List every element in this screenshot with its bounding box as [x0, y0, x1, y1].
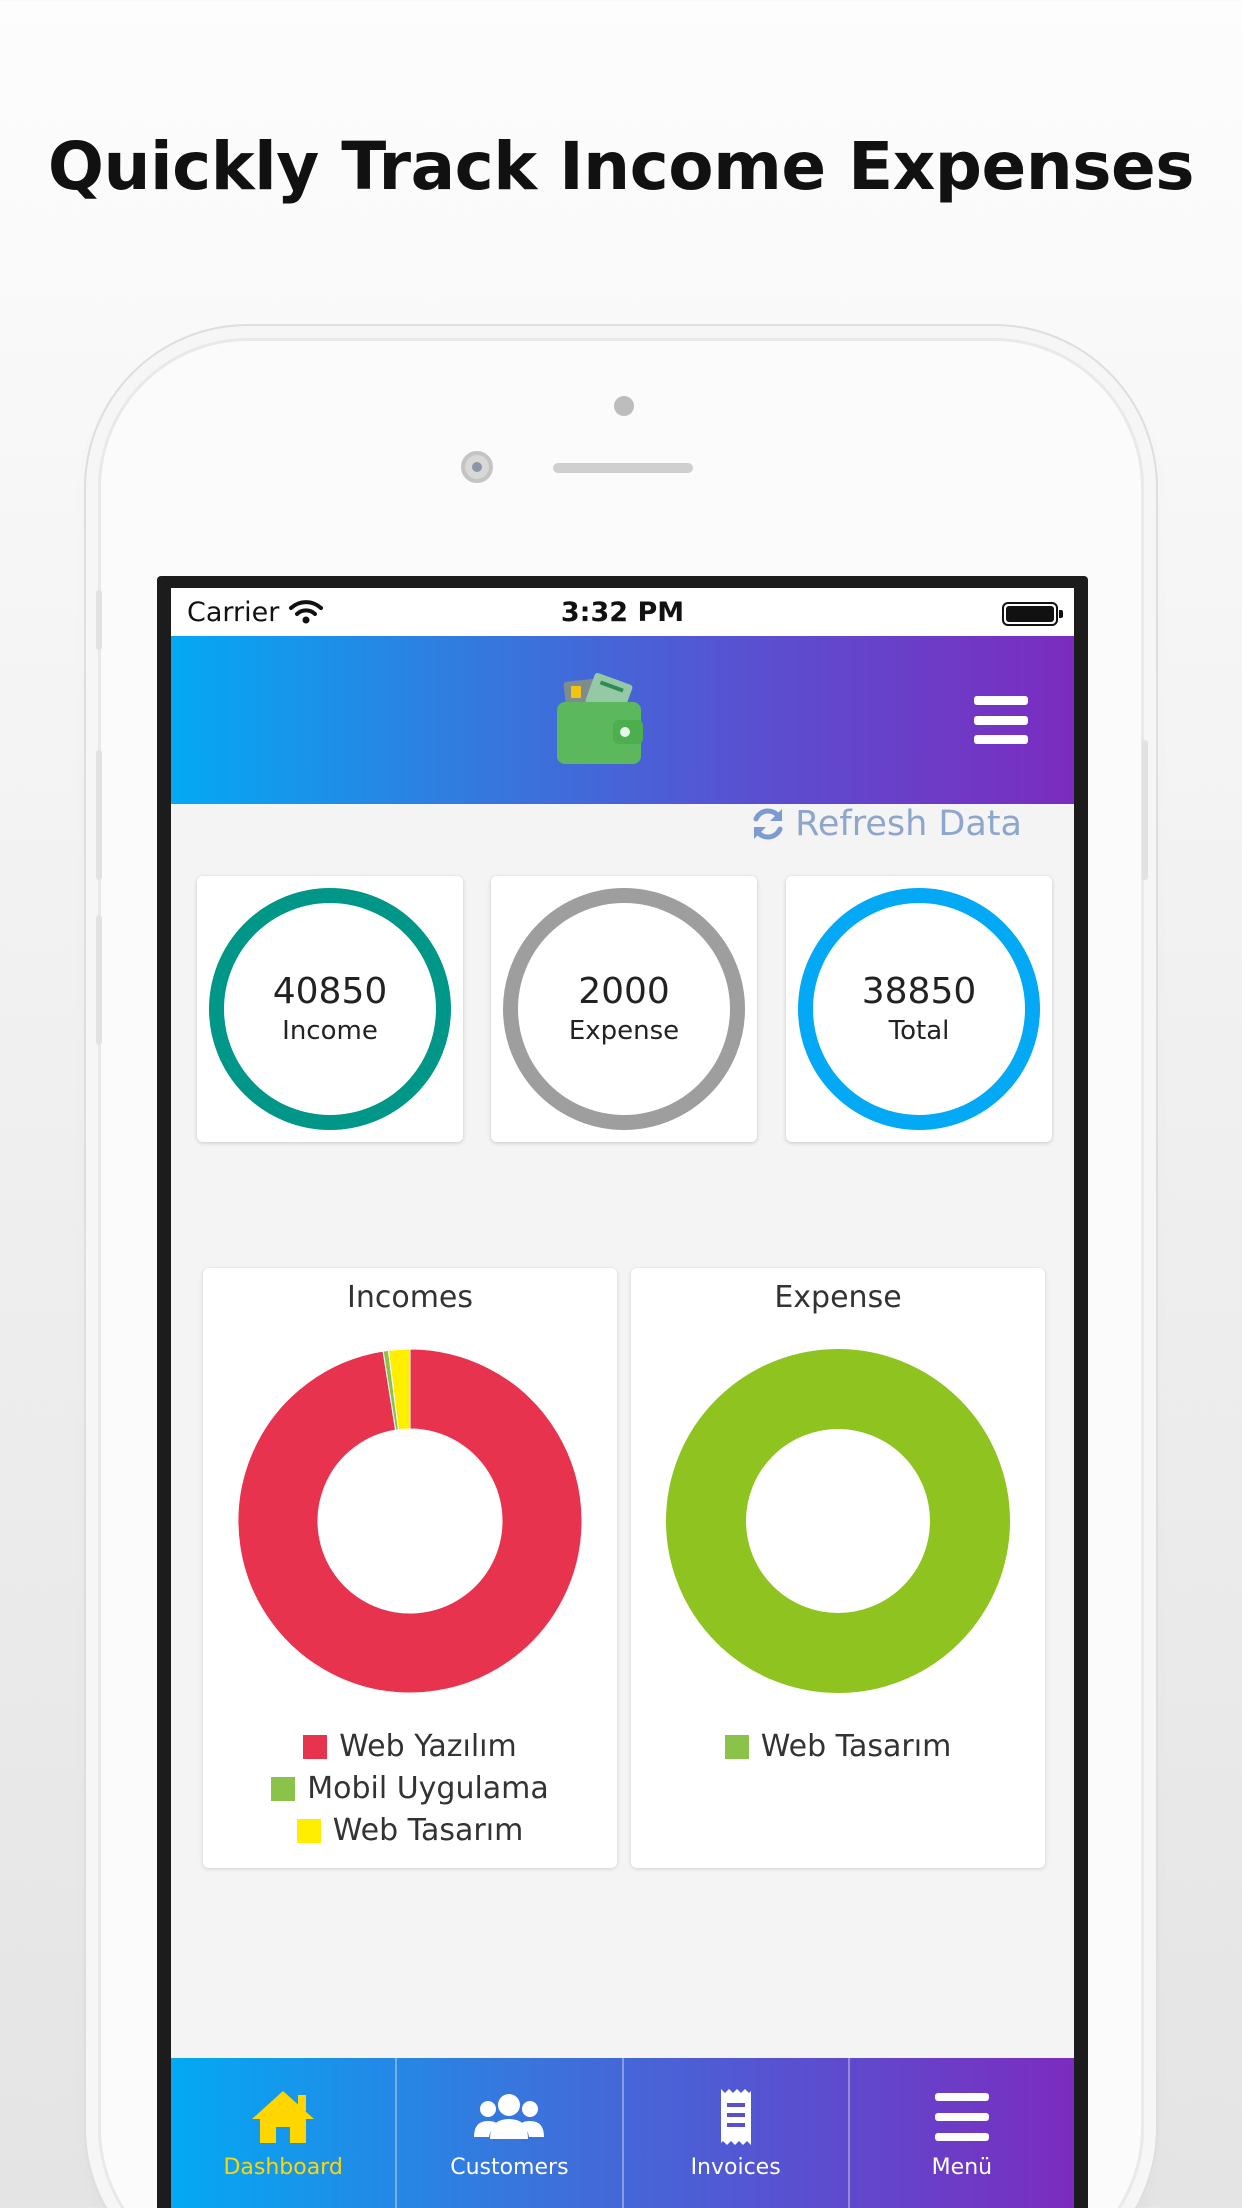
incomes-donut-chart	[237, 1348, 583, 1694]
tab-label: Menü	[931, 2154, 993, 2180]
legend-label: Web Tasarım	[760, 1729, 952, 1764]
wifi-icon	[289, 600, 324, 624]
app-display: Carrier 3:32 PM Refresh Data 40850 Incom…	[171, 588, 1074, 2208]
menu-bar-bottom	[974, 735, 1028, 744]
phone-mute-switch	[96, 590, 102, 650]
tab-invoices[interactable]: Invoices	[624, 2058, 850, 2208]
expense-chart-card: Expense Web Tasarım	[631, 1268, 1045, 1868]
incomes-chart-card: Incomes Web Yazılım Mobil Uygulama Web T…	[203, 1268, 617, 1868]
expense-legend: Web Tasarım	[631, 1728, 1045, 1766]
carrier-label: Carrier	[187, 596, 280, 628]
phone-volume-down	[96, 915, 102, 1045]
tab-label: Dashboard	[223, 2154, 343, 2180]
donut-slice-web-tasar-m	[666, 1349, 1010, 1693]
expense-value: 2000	[578, 971, 670, 1012]
legend-label: Web Tasarım	[332, 1813, 524, 1848]
expense-card: 2000 Expense	[491, 876, 757, 1142]
status-bar: Carrier 3:32 PM	[171, 588, 1074, 636]
refresh-icon	[753, 808, 783, 840]
phone-sensor	[614, 396, 634, 416]
home-icon	[252, 2090, 315, 2143]
phone-power-button	[1142, 740, 1148, 880]
tab-customers[interactable]: Customers	[397, 2058, 624, 2208]
tab-label: Invoices	[690, 2154, 781, 2180]
menu-icon	[934, 2092, 989, 2141]
income-card: 40850 Income	[197, 876, 463, 1142]
refresh-label: Refresh Data	[795, 804, 1022, 844]
legend-label: Web Yazılım	[339, 1729, 517, 1764]
menu-bar-middle	[974, 715, 1028, 725]
refresh-data-button[interactable]: Refresh Data	[749, 804, 1022, 844]
income-ring: 40850 Income	[209, 888, 451, 1130]
menu-bar-top	[974, 696, 1028, 705]
wallet-icon	[557, 672, 643, 764]
expense-chart-title: Expense	[774, 1280, 902, 1315]
legend-item: Web Tasarım	[724, 1728, 952, 1766]
legend-swatch	[303, 1735, 328, 1759]
bottom-tab-bar: Dashboard Customers Invoices Menü	[171, 2058, 1074, 2208]
receipt-icon	[720, 2088, 751, 2145]
headline: Quickly Track Income Expenses	[47, 128, 1195, 205]
app-header	[171, 636, 1074, 804]
income-value: 40850	[272, 971, 388, 1012]
total-label: Total	[888, 1016, 950, 1046]
total-ring: 38850 Total	[798, 888, 1040, 1130]
expense-label: Expense	[568, 1016, 680, 1046]
legend-item: Mobil Uygulama	[271, 1770, 549, 1808]
phone-screen: Carrier 3:32 PM Refresh Data 40850 Incom…	[157, 576, 1088, 2208]
income-label: Income	[282, 1016, 378, 1046]
tab-dashboard[interactable]: Dashboard	[171, 2058, 398, 2208]
legend-item: Web Yazılım	[303, 1728, 517, 1766]
phone-camera	[461, 451, 493, 483]
menu-button[interactable]	[974, 696, 1028, 744]
incomes-legend: Web Yazılım Mobil Uygulama Web Tasarım	[203, 1728, 617, 1850]
phone-speaker	[553, 463, 693, 473]
legend-swatch	[296, 1819, 321, 1843]
carrier-info: Carrier	[187, 596, 324, 628]
legend-swatch	[724, 1735, 749, 1759]
tab-label: Customers	[450, 2154, 569, 2180]
incomes-chart-title: Incomes	[346, 1280, 474, 1315]
expense-ring: 2000 Expense	[503, 888, 745, 1130]
total-value: 38850	[861, 971, 977, 1012]
expense-donut-chart	[666, 1349, 1010, 1693]
legend-item: Web Tasarım	[296, 1812, 524, 1850]
legend-label: Mobil Uygulama	[307, 1771, 549, 1806]
users-icon	[474, 2093, 545, 2139]
legend-swatch	[271, 1777, 296, 1801]
tab-menu[interactable]: Menü	[850, 2058, 1074, 2208]
phone-volume-up	[96, 750, 102, 880]
battery-icon	[1002, 602, 1063, 626]
total-card: 38850 Total	[786, 876, 1052, 1142]
